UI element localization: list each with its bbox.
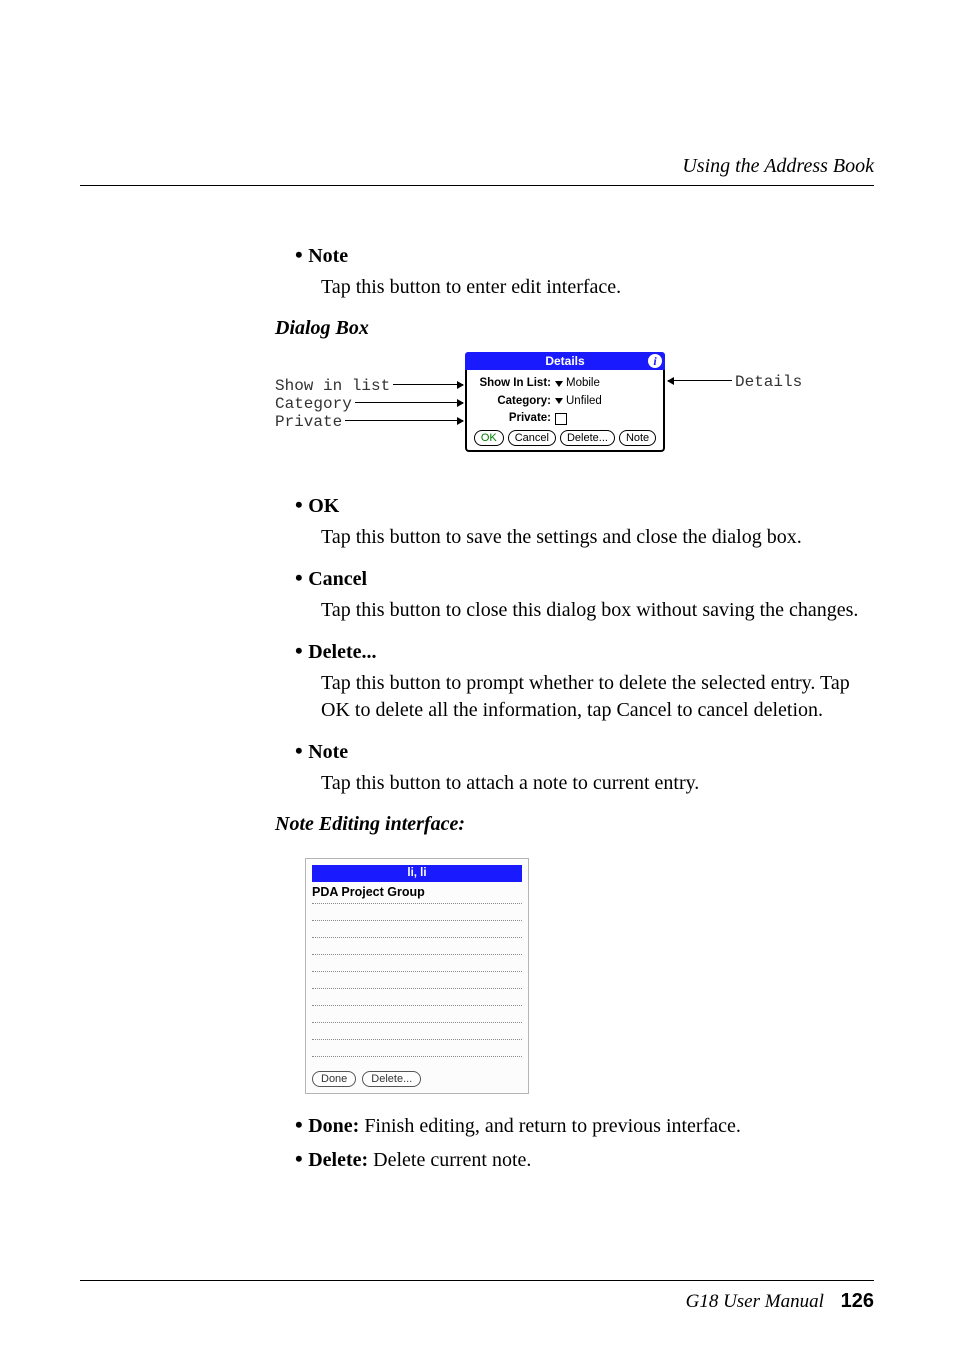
value-category: Unfiled: [566, 394, 602, 410]
bullet-done: Done: Finish editing, and return to prev…: [295, 1110, 874, 1140]
callout-private: Private: [275, 412, 342, 434]
note-text-content[interactable]: PDA Project Group: [312, 882, 522, 904]
label-private: Private:: [473, 411, 551, 427]
palm-body: Show In List: Mobile Category: Unfiled: [465, 370, 665, 452]
note-button[interactable]: Note: [619, 430, 656, 446]
cancel-button[interactable]: Cancel: [508, 430, 556, 446]
label-done: Done:: [308, 1115, 359, 1137]
info-icon[interactable]: i: [648, 354, 662, 368]
note-line[interactable]: [312, 955, 522, 972]
label-category: Category:: [473, 394, 551, 410]
body-cancel: Tap this button to close this dialog box…: [321, 597, 874, 624]
label-note: Note: [308, 741, 348, 763]
label-show-in-list: Show In List:: [473, 376, 551, 392]
arrow-category: [355, 402, 463, 403]
checkbox-private[interactable]: [555, 413, 567, 425]
note-line[interactable]: [312, 972, 522, 989]
footer-manual: G18 User Manual: [686, 1291, 824, 1312]
label-note-top: Note: [308, 245, 348, 267]
footer-page-number: 126: [841, 1290, 874, 1312]
palm-buttons: OK Cancel Delete... Note: [473, 430, 657, 446]
row-category: Category: Unfiled: [473, 394, 657, 410]
delete-note-button[interactable]: Delete...: [362, 1071, 421, 1087]
body-note: Tap this button to attach a note to curr…: [321, 770, 874, 797]
note-line[interactable]: [312, 904, 522, 921]
label-cancel: Cancel: [308, 568, 367, 590]
note-editing-window: li, li PDA Project Group Done Delete...: [305, 858, 529, 1094]
arrow-show-in-list: [393, 384, 463, 385]
footer: G18 User Manual 126: [686, 1290, 874, 1313]
heading-note-editing: Note Editing interface:: [275, 811, 874, 838]
bullet-delete: Delete...: [295, 636, 874, 666]
chevron-down-icon: [555, 381, 563, 387]
delete-button[interactable]: Delete...: [560, 430, 615, 446]
palm-title: Details i: [465, 352, 665, 370]
note-line[interactable]: [312, 1006, 522, 1023]
value-show-in-list: Mobile: [566, 376, 600, 392]
body-delete: Tap this button to prompt whether to del…: [321, 670, 874, 724]
dialog-figure: Show in list Category Private Details De…: [275, 352, 874, 472]
heading-dialog-box: Dialog Box: [275, 315, 874, 342]
arrow-private: [345, 420, 463, 421]
palm-title-text: Details: [545, 354, 584, 368]
note-line[interactable]: [312, 1040, 522, 1057]
arrow-details: [668, 380, 732, 381]
note-line[interactable]: [312, 989, 522, 1006]
note-title: li, li: [312, 865, 522, 882]
dropdown-category[interactable]: Unfiled: [555, 394, 602, 410]
palm-details-dialog: Details i Show In List: Mobile Category:: [465, 352, 665, 452]
body-ok: Tap this button to save the settings and…: [321, 524, 874, 551]
row-private: Private:: [473, 411, 657, 427]
label-ok: OK: [308, 495, 339, 517]
chevron-down-icon: [555, 398, 563, 404]
label-delete: Delete...: [308, 641, 376, 663]
footer-rule: [80, 1280, 874, 1281]
note-buttons: Done Delete...: [312, 1071, 522, 1087]
header-rule: [80, 185, 874, 186]
body-note-top: Tap this button to enter edit interface.: [321, 274, 874, 301]
ok-button[interactable]: OK: [474, 430, 504, 446]
dropdown-show-in-list[interactable]: Mobile: [555, 376, 600, 392]
note-line[interactable]: [312, 1023, 522, 1040]
bullet-delete-desc: Delete: Delete current note.: [295, 1144, 874, 1174]
bullet-note-top: Note: [295, 240, 874, 270]
callout-details: Details: [735, 372, 802, 394]
row-show-in-list: Show In List: Mobile: [473, 376, 657, 392]
bullet-ok: OK: [295, 490, 874, 520]
body-done: Finish editing, and return to previous i…: [359, 1115, 741, 1137]
page-content: Note Tap this button to enter edit inter…: [295, 240, 874, 1174]
note-line[interactable]: [312, 938, 522, 955]
bullet-cancel: Cancel: [295, 563, 874, 593]
body-delete-desc: Delete current note.: [368, 1149, 531, 1171]
done-button[interactable]: Done: [312, 1071, 356, 1087]
label-delete-desc: Delete:: [308, 1149, 368, 1171]
note-line[interactable]: [312, 921, 522, 938]
running-head: Using the Address Book: [682, 155, 874, 178]
bullet-note: Note: [295, 736, 874, 766]
